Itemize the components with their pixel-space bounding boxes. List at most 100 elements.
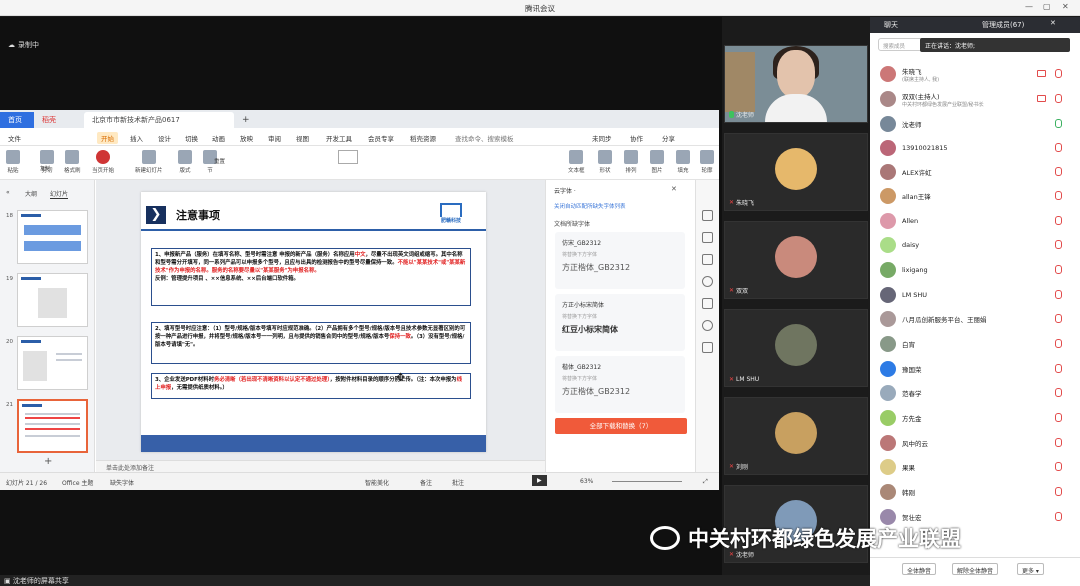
tab-document[interactable]: 北京市市新技术新产品0617 — [84, 112, 234, 128]
reset-button[interactable]: 重置 — [214, 157, 225, 165]
slide-thumb-20[interactable] — [17, 336, 88, 390]
member-row[interactable]: 范春学 — [880, 381, 1076, 405]
tab-members[interactable]: 管理成员(67) — [982, 20, 1024, 30]
zoom-slider[interactable] — [612, 481, 682, 482]
member-row[interactable]: 方先金 — [880, 406, 1076, 430]
menu-transition[interactable]: 切换 — [185, 133, 198, 143]
menu-review[interactable]: 审阅 — [268, 133, 281, 143]
smart-beautify-button[interactable]: 智能美化 — [365, 478, 389, 487]
layout-button[interactable]: 版式 — [178, 150, 192, 174]
mic-muted-icon — [1055, 143, 1062, 152]
menu-docer-res[interactable]: 稻壳资源 — [410, 133, 436, 143]
history-icon[interactable] — [702, 276, 713, 287]
close-icon[interactable]: ✕ — [1062, 2, 1069, 11]
slide-title-text: 注意事项 — [176, 209, 220, 222]
text-icon[interactable] — [702, 342, 713, 353]
close-pane-icon[interactable]: ✕ — [671, 185, 677, 193]
menu-unsynced[interactable]: 未同步 — [592, 133, 612, 143]
member-row[interactable]: 白宵 — [880, 332, 1076, 356]
slide-thumb-19[interactable] — [17, 273, 88, 327]
arrange-button[interactable]: 排列 — [624, 150, 638, 174]
member-row[interactable]: daisy — [880, 233, 1076, 257]
command-search[interactable]: 查找命令、搜索模板 — [455, 133, 514, 143]
fit-icon[interactable]: ⤢ — [703, 478, 708, 486]
tab-chat[interactable]: 聊天 — [884, 20, 898, 30]
new-tab-button[interactable]: + — [234, 112, 258, 128]
recording-indicator[interactable]: ☁ 录制中 — [8, 40, 39, 50]
picture-button[interactable]: 图片 — [650, 150, 664, 174]
textbox-button[interactable]: 文本框 — [568, 150, 585, 174]
video-tile[interactable]: ✕ 朱晓飞 — [724, 133, 868, 211]
menu-collab[interactable]: 协作 — [630, 133, 643, 143]
font-card[interactable]: 仿宋_GB2312 将替换下方字体 方正楷体_GB2312 — [555, 232, 685, 289]
menu-devtools[interactable]: 开发工具 — [326, 133, 352, 143]
more-button[interactable]: 更多 ▾ — [1017, 563, 1044, 575]
mute-all-button[interactable]: 全体静音 — [902, 563, 937, 575]
member-row[interactable]: 双双(主持人) 中关村环都绿色发展产业联盟/秘书长 — [880, 87, 1076, 111]
menu-share[interactable]: 分享 — [662, 133, 675, 143]
member-row[interactable]: allan王锋 — [880, 184, 1076, 208]
font-card[interactable]: 楷体_GB2312 将替换下方字体 方正楷体_GB2312 — [555, 356, 685, 413]
member-row[interactable]: 韩刚 — [880, 480, 1076, 504]
shape-button[interactable]: 形状 — [598, 150, 612, 174]
member-row[interactable]: 风中的云 — [880, 431, 1076, 455]
member-row[interactable]: lixigang — [880, 258, 1076, 282]
format-painter-button[interactable]: 格式刷 — [64, 150, 81, 174]
menu-slideshow[interactable]: 放映 — [240, 133, 253, 143]
tab-slides[interactable]: 幻灯片 — [50, 189, 69, 199]
download-all-button[interactable]: 全部下载和替换（7） — [555, 418, 687, 434]
auto-match-link[interactable]: 关闭自动匹配所缺失字体列表 — [554, 202, 626, 210]
location-icon[interactable] — [702, 320, 713, 331]
video-tile[interactable]: 沈老师 — [724, 45, 868, 123]
play-slideshow-button[interactable]: ▶ — [532, 475, 547, 486]
video-tile[interactable]: ✕ LM SHU — [724, 309, 868, 387]
maximize-icon[interactable]: ▢ — [1043, 2, 1051, 11]
notes-toggle[interactable]: 备注 — [420, 478, 432, 487]
tab-docer[interactable]: 稻壳 — [34, 112, 84, 128]
font-size-box[interactable] — [338, 150, 358, 164]
member-row[interactable]: LM SHU — [880, 283, 1076, 307]
member-row[interactable]: Allen — [880, 209, 1076, 233]
menu-insert[interactable]: 插入 — [130, 133, 143, 143]
tab-outline[interactable]: 大纲 — [25, 189, 37, 198]
member-row[interactable]: 八月瓜创新服务平台、王丽娟 — [880, 307, 1076, 331]
slide-canvas[interactable]: ❯ 注意事项 肥赣科技 1、申报新产品（服务）在填写名称、型号时需注意 申报的新… — [141, 192, 486, 452]
image-icon[interactable] — [702, 298, 713, 309]
copy-icon[interactable] — [702, 254, 713, 265]
collapse-icon[interactable]: « — [6, 189, 10, 196]
outline-button[interactable]: 轮廓 — [700, 150, 714, 174]
menu-design[interactable]: 设计 — [158, 133, 171, 143]
member-row[interactable]: 朱晓飞 (联席主持人, 我) — [880, 62, 1076, 86]
minimize-icon[interactable]: — — [1025, 2, 1033, 11]
add-slide-button[interactable]: + — [44, 456, 52, 467]
missing-fonts-status[interactable]: 缺失字体 — [110, 478, 134, 487]
start-current-button[interactable]: 当页开始 — [92, 150, 114, 174]
menu-view[interactable]: 视图 — [296, 133, 309, 143]
tab-home[interactable]: 首页 — [0, 112, 34, 128]
adjust-icon[interactable] — [702, 210, 713, 221]
comment-toggle[interactable]: 批注 — [452, 478, 464, 487]
slide-thumb-18[interactable] — [17, 210, 88, 264]
member-row[interactable]: 13910021815 — [880, 136, 1076, 160]
paste-button[interactable]: 粘贴 — [6, 150, 20, 174]
arrange-icon — [624, 150, 638, 164]
close-panel-icon[interactable]: ✕ — [1050, 19, 1056, 27]
font-card[interactable]: 方正小标宋简体 将替换下方字体 红豆小标宋简体 — [555, 294, 685, 351]
member-row[interactable]: ALEX许虹 — [880, 160, 1076, 184]
mic-muted-icon — [1055, 314, 1062, 323]
video-tile[interactable]: ✕ 刘刚 — [724, 397, 868, 475]
member-row[interactable]: 果果 — [880, 455, 1076, 479]
menu-start[interactable]: 开始 — [97, 132, 118, 144]
slide-thumb-21[interactable] — [17, 399, 88, 453]
unmute-all-button[interactable]: 解除全体静音 — [952, 563, 999, 575]
copy-button[interactable]: 复制 — [40, 165, 50, 172]
member-row[interactable]: 豫国荣 — [880, 357, 1076, 381]
menu-file[interactable]: 文件 — [8, 133, 21, 143]
member-row[interactable]: 沈老师 — [880, 112, 1076, 136]
pin-icon[interactable] — [702, 232, 713, 243]
menu-animation[interactable]: 动画 — [212, 133, 225, 143]
fill-button[interactable]: 填充 — [676, 150, 690, 174]
new-slide-button[interactable]: 新建幻灯片 — [135, 150, 163, 174]
menu-member[interactable]: 会员专享 — [368, 133, 394, 143]
video-tile[interactable]: ✕ 双双 — [724, 221, 868, 299]
